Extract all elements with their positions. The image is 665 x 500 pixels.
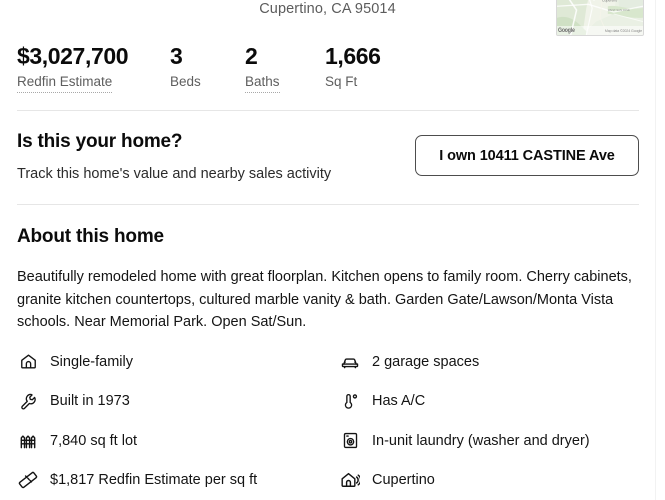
about-home-section: About this home Beautifully remodeled ho… bbox=[17, 224, 642, 334]
feature-item: Has A/C bbox=[339, 382, 642, 422]
page-right-edge bbox=[655, 0, 665, 500]
feature-item: In-unit laundry (washer and dryer) bbox=[339, 421, 642, 461]
about-home-description: Beautifully remodeled home with great fl… bbox=[17, 269, 632, 330]
stat-label[interactable]: Redfin Estimate bbox=[17, 73, 113, 93]
feature-label: 7,840 sq ft lot bbox=[50, 432, 138, 449]
property-detail-page: Cupertino, CA 95014 Cupertino WEST SAN J… bbox=[0, 0, 665, 500]
map-thumbnail[interactable]: Cupertino WEST SAN JOSE Google Map data … bbox=[556, 0, 644, 36]
feature-item: 2 garage spaces bbox=[339, 342, 642, 382]
feature-item: Built in 1973 bbox=[17, 382, 339, 422]
address-city-state-zip: Cupertino, CA 95014 bbox=[259, 1, 396, 17]
section-divider bbox=[17, 204, 639, 205]
house-signal-icon bbox=[339, 469, 361, 491]
stat-label: Sq Ft bbox=[325, 74, 358, 89]
map-pin-icon bbox=[593, 0, 595, 1]
own-home-section: Is this your home? Track this home's val… bbox=[17, 129, 639, 184]
claim-home-button[interactable]: I own 10411 CASTINE Ave bbox=[415, 135, 639, 176]
feature-label: Built in 1973 bbox=[50, 393, 130, 410]
map-data-credit: Map data ©2024 Google bbox=[604, 28, 642, 33]
google-logo: Google bbox=[558, 27, 575, 34]
feature-label: 2 garage spaces bbox=[372, 353, 480, 370]
about-home-title: About this home bbox=[17, 226, 164, 247]
washer-icon bbox=[339, 430, 361, 452]
section-divider bbox=[17, 110, 639, 111]
map-attribution-bar: Google Map data ©2024 Google bbox=[557, 26, 643, 35]
stat-value: 3 bbox=[170, 43, 183, 69]
svg-text:Cupertino: Cupertino bbox=[602, 0, 617, 2]
svg-text:WEST SAN JOSE: WEST SAN JOSE bbox=[608, 8, 630, 12]
stat-redfin-estimate[interactable]: $3,027,700 Redfin Estimate bbox=[17, 42, 170, 93]
stat-baths[interactable]: 2 Baths bbox=[245, 42, 325, 93]
feature-item: $1,817 Redfin Estimate per sq ft bbox=[17, 461, 339, 500]
feature-label: Cupertino bbox=[372, 472, 435, 489]
feature-label: Single-family bbox=[50, 353, 133, 370]
key-stats-row: $3,027,700 Redfin Estimate 3 Beds 2 Bath… bbox=[17, 42, 435, 93]
page-content: Cupertino, CA 95014 Cupertino WEST SAN J… bbox=[0, 0, 655, 500]
ruler-icon bbox=[17, 469, 39, 491]
car-icon bbox=[339, 351, 361, 373]
feature-label: Has A/C bbox=[372, 393, 426, 410]
wrench-icon bbox=[17, 390, 39, 412]
stat-value: $3,027,700 bbox=[17, 43, 129, 69]
feature-item: 7,840 sq ft lot bbox=[17, 421, 339, 461]
stat-value: 2 bbox=[245, 43, 258, 69]
feature-label: $1,817 Redfin Estimate per sq ft bbox=[50, 472, 258, 489]
home-features-grid: Single-family 2 garage spaces Built in 1… bbox=[17, 342, 642, 500]
thermometer-icon bbox=[339, 390, 361, 412]
feature-item: Single-family bbox=[17, 342, 339, 382]
stat-beds: 3 Beds bbox=[170, 42, 245, 91]
stat-square-feet: 1,666 Sq Ft bbox=[325, 42, 435, 91]
stat-label[interactable]: Baths bbox=[245, 73, 280, 93]
feature-label: In-unit laundry (washer and dryer) bbox=[372, 432, 590, 449]
house-icon bbox=[17, 351, 39, 373]
fence-icon bbox=[17, 430, 39, 452]
feature-item: Cupertino bbox=[339, 461, 642, 500]
stat-value: 1,666 bbox=[325, 43, 381, 69]
stat-label: Beds bbox=[170, 74, 201, 89]
